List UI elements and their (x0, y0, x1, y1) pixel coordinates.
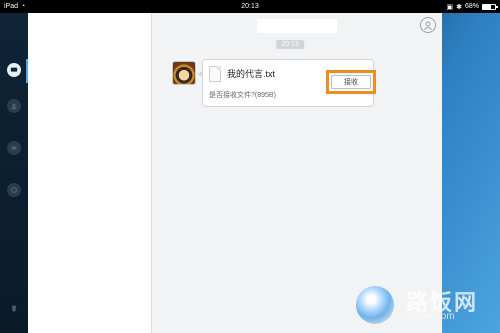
file-message-bubble: 我的代言.txt 是否接收文件?(895B) 接收 (198, 59, 376, 107)
wifi-icon: ◔ (21, 3, 26, 10)
profile-icon[interactable] (420, 17, 436, 33)
file-icon (209, 66, 221, 82)
file-name: 我的代言.txt (227, 69, 276, 79)
message-timestamp: 20:13 (276, 40, 304, 49)
chat-title-redacted (257, 19, 337, 33)
sidebar (0, 13, 28, 333)
watermark-logo (356, 286, 394, 324)
battery-icon (482, 3, 498, 10)
groups-nav-icon[interactable] (7, 141, 21, 155)
status-left: iPad ◔ (4, 3, 25, 10)
sender-avatar[interactable] (172, 61, 196, 85)
lock-icon: ▣ (446, 3, 454, 11)
chat-panel: 20:13 我的代言.txt 是否接收文件?(895B) 接收 (151, 13, 442, 333)
device-name: iPad (4, 3, 19, 10)
settings-nav-icon[interactable] (7, 183, 21, 197)
contacts-nav-icon[interactable] (7, 99, 21, 113)
file-prompt: 是否接收文件?(895B) (209, 92, 276, 99)
bluetooth-icon: ✱ (456, 3, 462, 11)
status-time: 20:13 (241, 3, 259, 10)
battery-percent: 68% (464, 3, 479, 10)
accept-button[interactable]: 接收 (331, 75, 371, 89)
conversation-list-panel[interactable] (28, 13, 151, 333)
shirt-icon[interactable] (7, 301, 21, 315)
watermark-site: 45fan.com (408, 311, 455, 322)
chat-header (152, 13, 442, 39)
status-bar: iPad ◔ 20:13 ▣ ✱ 68% (0, 0, 500, 13)
chat-nav-icon[interactable] (7, 63, 21, 77)
status-right: ▣ ✱ 68% (446, 3, 498, 11)
